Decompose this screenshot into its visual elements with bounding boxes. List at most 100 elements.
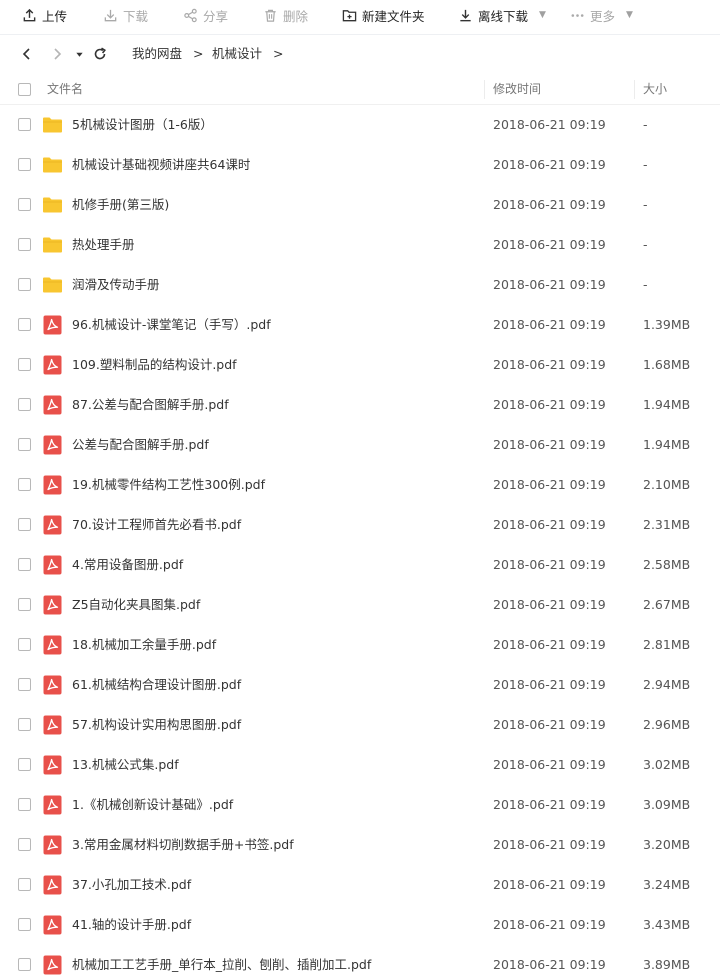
- table-row[interactable]: 13.机械公式集.pdf 2018-06-21 09:19 3.02MB: [0, 745, 720, 785]
- table-row[interactable]: 61.机械结构合理设计图册.pdf 2018-06-21 09:19 2.94MB: [0, 665, 720, 705]
- file-name[interactable]: 5机械设计图册（1-6版）: [72, 105, 213, 145]
- row-checkbox[interactable]: [18, 278, 31, 291]
- file-name[interactable]: 机械加工工艺手册_单行本_拉削、刨削、插削加工.pdf: [72, 945, 371, 978]
- share-button[interactable]: 分享: [183, 0, 228, 30]
- row-checkbox[interactable]: [18, 878, 31, 891]
- row-checkbox[interactable]: [18, 638, 31, 651]
- file-name[interactable]: 61.机械结构合理设计图册.pdf: [72, 665, 241, 705]
- column-header-name[interactable]: 文件名: [47, 74, 83, 105]
- table-row[interactable]: 机械设计基础视频讲座共64课时 2018-06-21 09:19 -: [0, 145, 720, 185]
- table-row[interactable]: 57.机构设计实用构思图册.pdf 2018-06-21 09:19 2.96MB: [0, 705, 720, 745]
- file-name[interactable]: 13.机械公式集.pdf: [72, 745, 179, 785]
- file-name[interactable]: 1.《机械创新设计基础》.pdf: [72, 785, 233, 825]
- table-row[interactable]: 19.机械零件结构工艺性300例.pdf 2018-06-21 09:19 2.10…: [0, 465, 720, 505]
- column-divider[interactable]: [634, 80, 635, 99]
- row-checkbox[interactable]: [18, 718, 31, 731]
- column-header-modified[interactable]: 修改时间: [493, 74, 541, 105]
- pdf-file-icon: [42, 395, 63, 415]
- pdf-file-icon: [42, 595, 63, 615]
- row-checkbox[interactable]: [18, 198, 31, 211]
- table-row[interactable]: 机修手册(第三版) 2018-06-21 09:19 -: [0, 185, 720, 225]
- back-button[interactable]: [19, 46, 35, 62]
- file-name[interactable]: Z5自动化夹具图集.pdf: [72, 585, 200, 625]
- table-row[interactable]: 70.设计工程师首先必看书.pdf 2018-06-21 09:19 2.31MB: [0, 505, 720, 545]
- file-name[interactable]: 41.轴的设计手册.pdf: [72, 905, 191, 945]
- file-size: 2.10MB: [643, 477, 691, 492]
- row-checkbox[interactable]: [18, 918, 31, 931]
- row-checkbox[interactable]: [18, 598, 31, 611]
- upload-button[interactable]: 上传: [22, 0, 67, 30]
- row-checkbox[interactable]: [18, 518, 31, 531]
- file-modified-time: 2018-06-21 09:19: [493, 437, 606, 452]
- file-name[interactable]: 70.设计工程师首先必看书.pdf: [72, 505, 241, 545]
- download-button[interactable]: 下载: [103, 0, 148, 30]
- pdf-file-icon: [42, 435, 63, 455]
- breadcrumb-root[interactable]: 我的网盘: [132, 46, 182, 62]
- row-checkbox[interactable]: [18, 958, 31, 971]
- file-name[interactable]: 机修手册(第三版): [72, 185, 169, 225]
- chevron-down-icon[interactable]: ▼: [539, 10, 546, 20]
- column-header-size[interactable]: 大小: [643, 74, 667, 105]
- table-row[interactable]: 109.塑料制品的结构设计.pdf 2018-06-21 09:19 1.68MB: [0, 345, 720, 385]
- row-checkbox[interactable]: [18, 678, 31, 691]
- offline-download-button[interactable]: 离线下载 ▼: [458, 0, 546, 30]
- more-icon: [570, 8, 585, 23]
- new-folder-label: 新建文件夹: [362, 8, 425, 24]
- row-checkbox[interactable]: [18, 758, 31, 771]
- forward-button[interactable]: [49, 46, 65, 62]
- row-checkbox[interactable]: [18, 318, 31, 331]
- file-name[interactable]: 机械设计基础视频讲座共64课时: [72, 145, 250, 185]
- file-modified-time: 2018-06-21 09:19: [493, 837, 606, 852]
- row-checkbox[interactable]: [18, 798, 31, 811]
- table-row[interactable]: Z5自动化夹具图集.pdf 2018-06-21 09:19 2.67MB: [0, 585, 720, 625]
- file-modified-time: 2018-06-21 09:19: [493, 237, 606, 252]
- file-name[interactable]: 润滑及传动手册: [72, 265, 160, 305]
- row-checkbox[interactable]: [18, 438, 31, 451]
- pdf-file-icon: [42, 675, 63, 695]
- row-checkbox[interactable]: [18, 118, 31, 131]
- download-icon: [103, 8, 118, 23]
- table-row[interactable]: 3.常用金属材料切削数据手册+书签.pdf 2018-06-21 09:19 3.2…: [0, 825, 720, 865]
- row-checkbox[interactable]: [18, 558, 31, 571]
- file-name[interactable]: 3.常用金属材料切削数据手册+书签.pdf: [72, 825, 294, 865]
- row-checkbox[interactable]: [18, 838, 31, 851]
- table-row[interactable]: 18.机械加工余量手册.pdf 2018-06-21 09:19 2.81MB: [0, 625, 720, 665]
- select-all-checkbox[interactable]: [18, 83, 31, 96]
- column-divider[interactable]: [484, 80, 485, 99]
- table-row[interactable]: 1.《机械创新设计基础》.pdf 2018-06-21 09:19 3.09MB: [0, 785, 720, 825]
- table-row[interactable]: 87.公差与配合图解手册.pdf 2018-06-21 09:19 1.94MB: [0, 385, 720, 425]
- row-checkbox[interactable]: [18, 238, 31, 251]
- file-name[interactable]: 87.公差与配合图解手册.pdf: [72, 385, 229, 425]
- file-name[interactable]: 96.机械设计-课堂笔记（手写）.pdf: [72, 305, 271, 345]
- file-name[interactable]: 19.机械零件结构工艺性300例.pdf: [72, 465, 265, 505]
- file-name[interactable]: 公差与配合图解手册.pdf: [72, 425, 209, 465]
- table-row[interactable]: 41.轴的设计手册.pdf 2018-06-21 09:19 3.43MB: [0, 905, 720, 945]
- history-dropdown[interactable]: [73, 46, 85, 62]
- table-row[interactable]: 37.小孔加工技术.pdf 2018-06-21 09:19 3.24MB: [0, 865, 720, 905]
- more-button[interactable]: 更多 ▼: [570, 0, 633, 30]
- row-checkbox[interactable]: [18, 398, 31, 411]
- table-row[interactable]: 机械加工工艺手册_单行本_拉削、刨削、插削加工.pdf 2018-06-21 09…: [0, 945, 720, 978]
- table-row[interactable]: 热处理手册 2018-06-21 09:19 -: [0, 225, 720, 265]
- table-row[interactable]: 公差与配合图解手册.pdf 2018-06-21 09:19 1.94MB: [0, 425, 720, 465]
- file-name[interactable]: 37.小孔加工技术.pdf: [72, 865, 191, 905]
- file-name[interactable]: 热处理手册: [72, 225, 135, 265]
- file-name[interactable]: 18.机械加工余量手册.pdf: [72, 625, 216, 665]
- table-row[interactable]: 润滑及传动手册 2018-06-21 09:19 -: [0, 265, 720, 305]
- chevron-down-icon[interactable]: ▼: [626, 10, 633, 20]
- file-modified-time: 2018-06-21 09:19: [493, 597, 606, 612]
- refresh-button[interactable]: [92, 46, 108, 62]
- table-row[interactable]: 4.常用设备图册.pdf 2018-06-21 09:19 2.58MB: [0, 545, 720, 585]
- delete-button[interactable]: 删除: [263, 0, 308, 30]
- file-name[interactable]: 109.塑料制品的结构设计.pdf: [72, 345, 237, 385]
- table-row[interactable]: 5机械设计图册（1-6版） 2018-06-21 09:19 -: [0, 105, 720, 145]
- file-name[interactable]: 57.机构设计实用构思图册.pdf: [72, 705, 241, 745]
- new-folder-button[interactable]: 新建文件夹: [342, 0, 425, 30]
- breadcrumb-current[interactable]: 机械设计: [212, 46, 262, 62]
- row-checkbox[interactable]: [18, 358, 31, 371]
- file-name[interactable]: 4.常用设备图册.pdf: [72, 545, 183, 585]
- row-checkbox[interactable]: [18, 158, 31, 171]
- navigation-bar: 我的网盘 > 机械设计 >: [0, 38, 720, 70]
- row-checkbox[interactable]: [18, 478, 31, 491]
- table-row[interactable]: 96.机械设计-课堂笔记（手写）.pdf 2018-06-21 09:19 1.39…: [0, 305, 720, 345]
